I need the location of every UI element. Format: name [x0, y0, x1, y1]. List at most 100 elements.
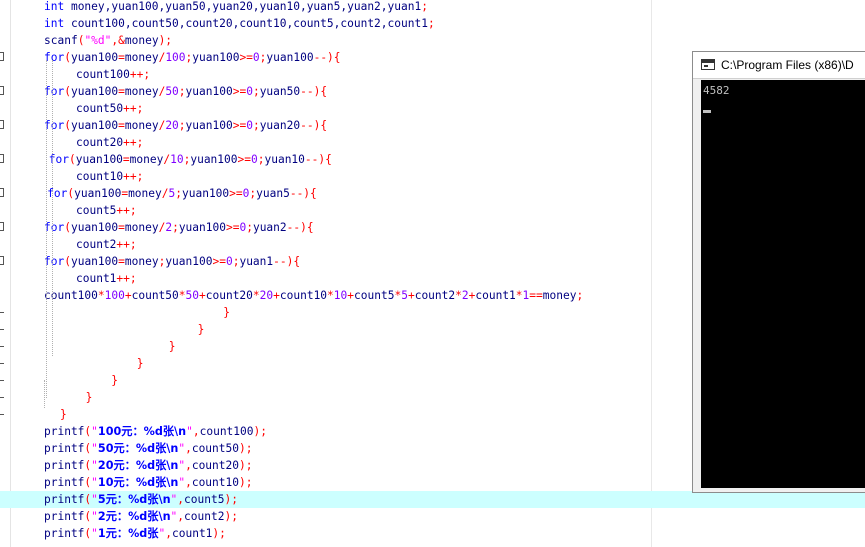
code-token: }	[223, 306, 230, 319]
code-token: ;	[252, 85, 260, 98]
code-token: count20	[205, 289, 253, 302]
code-text: printf("100元：%d张\n",count100);	[44, 423, 267, 440]
code-token: count10	[191, 476, 239, 489]
code-token: ++;	[116, 204, 137, 217]
code-token: --){	[286, 221, 314, 234]
code-token: "	[91, 459, 98, 472]
fold-marker-icon[interactable]	[0, 120, 4, 129]
fold-marker-icon[interactable]	[0, 154, 4, 163]
code-token: count2	[184, 510, 225, 523]
code-token: --){	[300, 85, 328, 98]
fold-end-marker	[0, 312, 4, 313]
code-token: *	[455, 289, 462, 302]
code-token: 100元：%d张\n	[97, 425, 187, 438]
code-token: =	[118, 51, 125, 64]
code-token: *	[252, 289, 260, 302]
code-text: printf("5元：%d张\n",count5);	[44, 491, 238, 508]
code-token: count20	[76, 136, 124, 149]
code-token: 0	[225, 255, 233, 268]
code-text: for(yuan100=money/50;yuan100>=0;yuan50--…	[44, 83, 327, 100]
code-text: count2++;	[76, 236, 137, 253]
code-token: ,	[192, 425, 200, 438]
code-line[interactable]: scanf("%d",&money);	[0, 32, 865, 49]
code-token: 20	[165, 119, 179, 132]
code-token: yuan100	[192, 51, 240, 64]
code-token: yuan1	[239, 255, 274, 268]
code-token: 10元：%d张\n	[97, 476, 179, 489]
code-token: printf	[44, 425, 85, 438]
code-token: 20	[259, 289, 274, 302]
code-token: >=	[239, 51, 253, 64]
code-line[interactable]: printf("5元：%d张\n",count5);	[0, 491, 865, 508]
code-token: count50	[131, 289, 179, 302]
console-output-area[interactable]: 4582	[701, 80, 865, 488]
code-token: printf	[44, 476, 85, 489]
code-token: printf	[44, 493, 85, 506]
fold-marker-icon[interactable]	[0, 86, 4, 95]
code-text: scanf("%d",&money);	[44, 32, 172, 49]
code-token: yuan100	[75, 153, 123, 166]
console-titlebar[interactable]: C:\Program Files (x86)\D	[693, 52, 865, 79]
code-text: for(yuan100=money;yuan100>=0;yuan1--){	[44, 253, 300, 270]
code-token: --){	[273, 255, 301, 268]
code-token: "	[91, 425, 98, 438]
code-token: (	[64, 51, 71, 64]
console-window[interactable]: C:\Program Files (x86)\D 4582	[692, 51, 865, 493]
code-token: ;	[175, 187, 182, 200]
code-token: count20	[191, 459, 239, 472]
code-token: --){	[300, 119, 328, 132]
code-token: }	[111, 374, 118, 387]
code-text: printf("20元：%d张\n",count20);	[44, 457, 252, 474]
code-text: printf("2元：%d张\n",count2);	[44, 508, 238, 525]
code-token: 100	[165, 51, 186, 64]
code-token: >=	[229, 187, 243, 200]
fold-end-marker	[0, 397, 4, 398]
indent-guide	[46, 60, 47, 398]
code-text: count5++;	[76, 202, 137, 219]
code-token: yuan20	[259, 119, 301, 132]
code-token: printf	[44, 459, 85, 472]
code-token: for	[44, 221, 65, 234]
code-text: int count100,count50,count20,count10,cou…	[44, 15, 435, 32]
code-token: yuan100	[182, 187, 230, 200]
code-token: =	[118, 85, 125, 98]
code-token: >=	[212, 255, 226, 268]
code-line[interactable]: printf("2元：%d张\n",count2);	[0, 508, 865, 525]
code-line[interactable]: int money,yuan100,yuan50,yuan20,yuan10,y…	[0, 0, 865, 15]
code-token: ++;	[116, 272, 137, 285]
code-token: ,	[165, 527, 172, 540]
code-token: 5	[401, 289, 408, 302]
code-token: +	[199, 289, 206, 302]
fold-marker-icon[interactable]	[0, 256, 4, 265]
code-token: printf	[44, 510, 85, 523]
code-token: int	[44, 17, 65, 30]
code-token: ;	[178, 119, 186, 132]
console-title: C:\Program Files (x86)\D	[721, 58, 854, 72]
code-token: "	[91, 493, 98, 506]
code-token: count50	[76, 102, 124, 115]
code-token: ;	[427, 17, 435, 30]
code-token: >=	[232, 119, 247, 132]
code-token: }	[85, 391, 93, 404]
code-token: yuan10	[264, 153, 305, 166]
fold-marker-icon[interactable]	[0, 188, 4, 197]
code-text: }	[198, 321, 205, 338]
code-token: >=	[232, 85, 247, 98]
code-line[interactable]: int count100,count50,count20,count10,cou…	[0, 15, 865, 32]
fold-marker-icon[interactable]	[0, 222, 4, 231]
code-token: "	[91, 527, 98, 540]
code-token: );	[253, 425, 267, 438]
code-text: }	[137, 355, 144, 372]
code-token: "%d"	[84, 34, 112, 47]
code-token: money	[128, 187, 162, 200]
code-token: yuan100	[185, 119, 233, 132]
code-token: count100	[199, 425, 254, 438]
code-token: *	[515, 289, 523, 302]
code-token: (	[64, 255, 71, 268]
code-token: yuan100	[185, 85, 233, 98]
code-token: money,yuan100,yuan50,yuan20,yuan10,yuan5…	[64, 0, 422, 13]
code-token: *	[97, 289, 105, 302]
code-line[interactable]: printf("1元：%d张",count1);	[0, 525, 865, 542]
code-token: =	[118, 255, 125, 268]
fold-marker-icon[interactable]	[0, 52, 4, 61]
